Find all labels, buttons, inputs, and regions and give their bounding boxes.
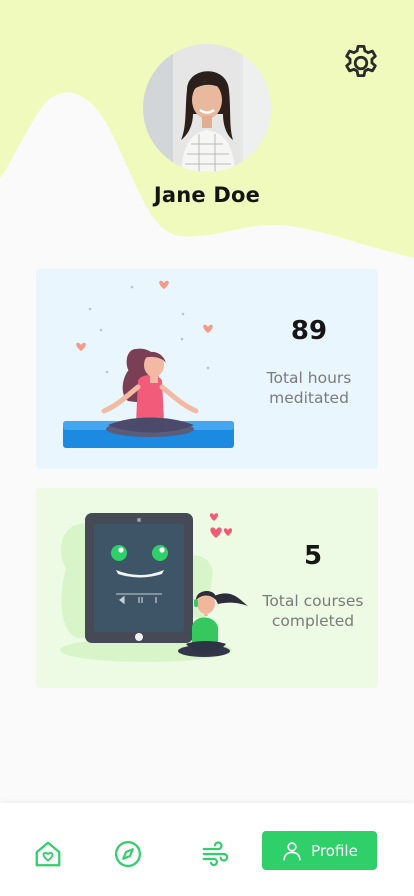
user-icon: [283, 841, 301, 861]
meditation-illustration: [63, 280, 234, 448]
gear-icon[interactable]: [340, 42, 382, 84]
wind-icon[interactable]: [200, 839, 230, 869]
courses-completed-card: 5 Total courses completed: [36, 488, 378, 688]
courses-value: 5: [303, 541, 323, 571]
compass-icon[interactable]: [113, 839, 143, 869]
nav-profile-button[interactable]: Profile: [262, 831, 377, 870]
profile-name: Jane Doe: [153, 183, 261, 207]
avatar: [143, 44, 271, 172]
hours-label: Total hours meditated: [266, 369, 352, 407]
tablet-meditation-illustration: [60, 513, 248, 662]
nav-profile-label: Profile: [311, 841, 358, 860]
courses-label: Total courses completed: [262, 592, 364, 630]
hours-value: 89: [290, 316, 328, 346]
bottom-navigation: Profile: [0, 803, 414, 896]
hours-meditated-card: 89 Total hours meditated: [36, 269, 378, 469]
home-icon[interactable]: [33, 839, 63, 869]
